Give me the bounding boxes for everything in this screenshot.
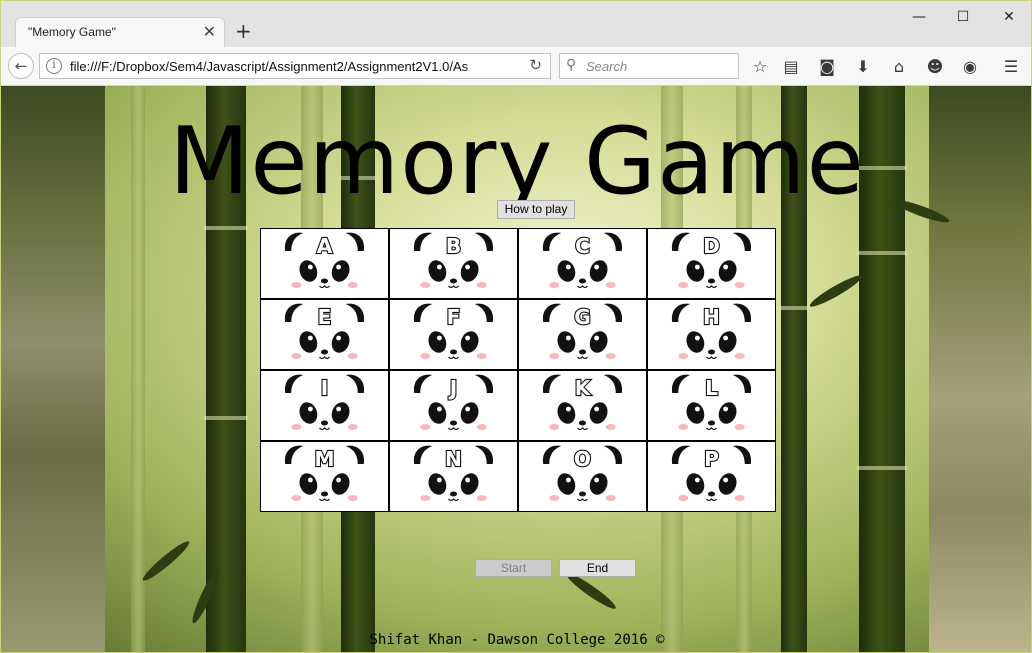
card-letter: A — [317, 234, 333, 258]
panda-face-icon: D — [671, 232, 752, 289]
footer-credit: Shifat Khan - Dawson College 2016 © — [369, 632, 665, 648]
memory-card[interactable]: M — [261, 442, 388, 511]
panda-face-icon: P — [671, 445, 752, 502]
back-arrow-icon[interactable]: ← — [8, 53, 34, 79]
card-letter: K — [575, 376, 592, 400]
end-button[interactable]: End — [559, 559, 636, 577]
memory-card[interactable]: C — [519, 229, 646, 298]
panda-face-icon: F — [413, 303, 494, 360]
search-icon: ⚲ — [566, 57, 577, 73]
smiley-icon[interactable]: ☻ — [924, 56, 946, 78]
close-tab-icon[interactable]: ✕ — [203, 23, 216, 41]
card-letter: M — [314, 447, 334, 471]
memory-card[interactable]: E — [261, 300, 388, 369]
panda-face-icon: H — [671, 303, 752, 360]
panda-face-icon: M — [284, 445, 365, 502]
bamboo-leaf — [807, 271, 865, 311]
panda-face-icon: E — [284, 303, 365, 360]
card-letter: G — [574, 305, 591, 329]
memory-card[interactable]: A — [261, 229, 388, 298]
bamboo-leaf — [139, 537, 193, 585]
panda-face-icon: G — [542, 303, 623, 360]
start-button[interactable]: Start — [475, 559, 552, 577]
panda-face-icon: B — [413, 232, 494, 289]
download-icon[interactable]: ⬇ — [852, 56, 874, 78]
search-placeholder[interactable]: Search — [586, 59, 627, 74]
memory-card[interactable]: P — [648, 442, 775, 511]
card-letter: P — [704, 447, 719, 471]
memory-card[interactable]: L — [648, 371, 775, 440]
new-tab-icon[interactable]: + — [235, 20, 252, 42]
memory-card[interactable]: F — [390, 300, 517, 369]
panda-face-icon: L — [671, 374, 752, 431]
panda-face-icon: O — [542, 445, 623, 502]
title-bar: "Memory Game" ✕ + — ☐ ✕ — [1, 1, 1031, 47]
memory-card[interactable]: J — [390, 371, 517, 440]
browser-tab[interactable]: "Memory Game" ✕ — [15, 17, 225, 47]
memory-card[interactable]: B — [390, 229, 517, 298]
url-text[interactable]: file:///F:/Dropbox/Sem4/Javascript/Assig… — [70, 59, 520, 74]
card-letter: H — [703, 305, 720, 329]
card-letter: I — [321, 376, 328, 400]
game-board: A B C D E F G H I J K L M N O P — [260, 228, 776, 512]
panda-face-icon: A — [284, 232, 365, 289]
memory-card[interactable]: H — [648, 300, 775, 369]
panda-face-icon: K — [542, 374, 623, 431]
memory-card[interactable]: G — [519, 300, 646, 369]
card-letter: O — [574, 447, 591, 471]
info-icon[interactable]: i — [46, 58, 62, 74]
minimize-button[interactable]: — — [899, 5, 939, 29]
card-letter: F — [447, 305, 461, 329]
how-to-play-button[interactable]: How to play — [497, 200, 575, 219]
memory-card[interactable]: K — [519, 371, 646, 440]
panda-face-icon: C — [542, 232, 623, 289]
reload-icon[interactable]: ↻ — [529, 56, 542, 74]
memory-card[interactable]: D — [648, 229, 775, 298]
card-letter: D — [703, 234, 720, 258]
card-letter: B — [446, 234, 461, 258]
reader-list-icon[interactable]: ▤ — [780, 56, 802, 78]
panda-face-icon: N — [413, 445, 494, 502]
memory-card[interactable]: I — [261, 371, 388, 440]
url-bar[interactable]: i file:///F:/Dropbox/Sem4/Javascript/Ass… — [39, 53, 551, 79]
tab-title: "Memory Game" — [28, 25, 116, 39]
memory-card[interactable]: N — [390, 442, 517, 511]
pocket-icon[interactable]: ◙ — [816, 56, 838, 78]
card-letter: L — [705, 376, 718, 400]
card-letter: E — [318, 305, 332, 329]
bookmark-star-icon[interactable]: ☆ — [749, 56, 771, 78]
browser-window: "Memory Game" ✕ + — ☐ ✕ ← i file:///F:/D… — [0, 0, 1032, 653]
menu-icon[interactable]: ☰ — [1000, 56, 1022, 78]
nav-bar: ← i file:///F:/Dropbox/Sem4/Javascript/A… — [1, 47, 1031, 86]
card-letter: C — [575, 234, 590, 258]
search-input[interactable]: ⚲ Search — [559, 53, 739, 79]
extension-eye-icon[interactable]: ◉ — [959, 56, 981, 78]
card-letter: J — [448, 376, 458, 400]
maximize-button[interactable]: ☐ — [943, 5, 983, 29]
window-close-button[interactable]: ✕ — [989, 5, 1029, 29]
home-icon[interactable]: ⌂ — [888, 56, 910, 78]
card-letter: N — [445, 447, 462, 471]
panda-face-icon: J — [413, 374, 494, 431]
memory-card[interactable]: O — [519, 442, 646, 511]
panda-face-icon: I — [284, 374, 365, 431]
